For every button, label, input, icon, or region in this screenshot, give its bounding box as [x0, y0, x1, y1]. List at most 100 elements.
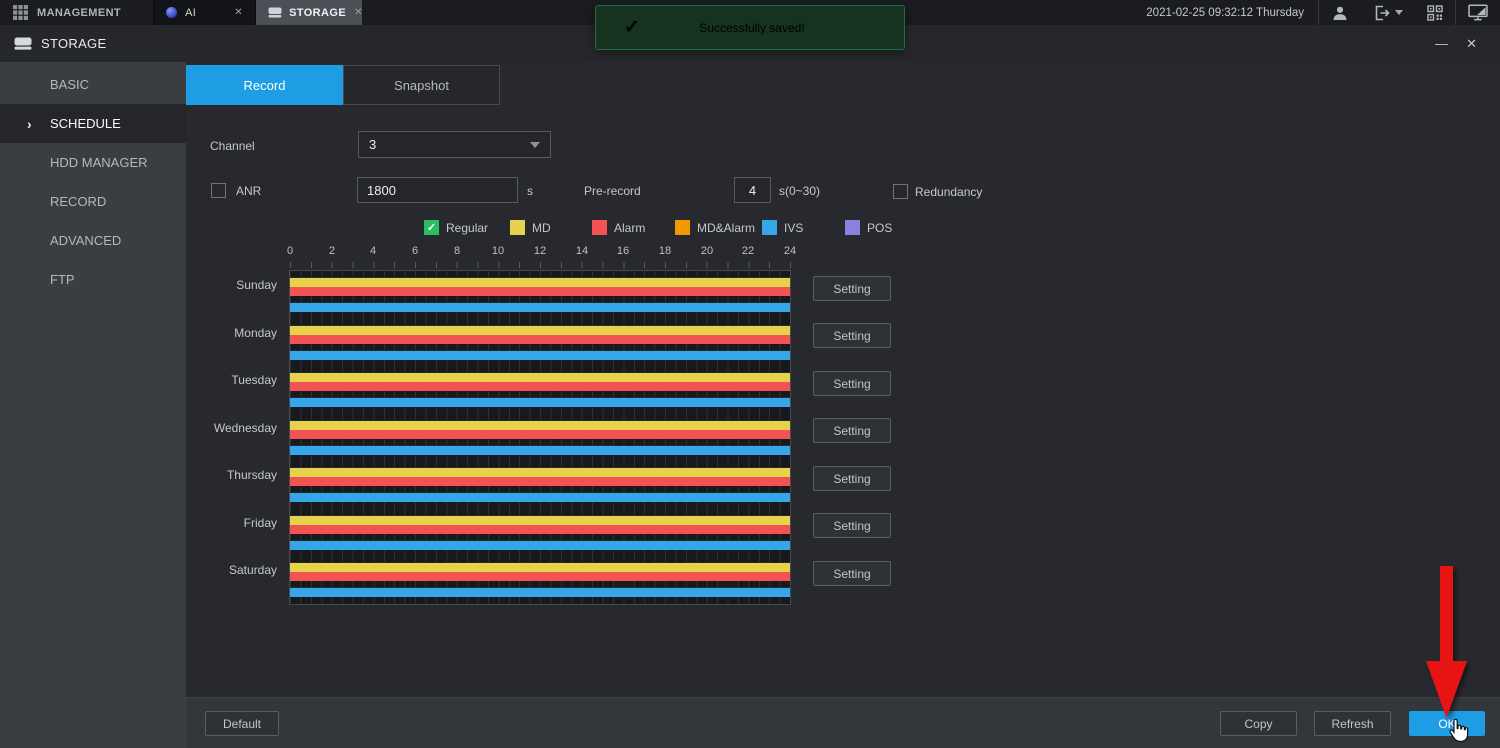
user-icon[interactable]: [1319, 0, 1361, 25]
tab-management-label: MANAGEMENT: [37, 7, 121, 19]
hour-tick-label: 10: [492, 245, 504, 257]
tab-snapshot-label: Snapshot: [394, 78, 449, 93]
md-alarm-track: [290, 534, 790, 541]
alarm-bar: [290, 335, 790, 344]
copy-button[interactable]: Copy: [1220, 711, 1297, 736]
legend-item-pos: POS: [845, 220, 892, 235]
ai-sphere-icon: [166, 7, 177, 18]
sidebar-item-basic[interactable]: BASIC: [0, 65, 186, 104]
pos-track: [290, 502, 790, 509]
schedule-row-tuesday[interactable]: [290, 366, 790, 414]
pos-track: [290, 597, 790, 604]
md-alarm-track: [290, 344, 790, 351]
alarm-bar: [290, 525, 790, 534]
sidebar-item-label: RECORD: [50, 194, 106, 209]
md-bar: [290, 326, 790, 335]
tab-storage-close-icon[interactable]: ✕: [354, 7, 363, 18]
md-bar: [290, 563, 790, 572]
refresh-button[interactable]: Refresh: [1314, 711, 1391, 736]
schedule-row-monday[interactable]: [290, 319, 790, 367]
hour-tick-label: 14: [576, 245, 588, 257]
md-alarm-track: [290, 439, 790, 446]
setting-button-friday[interactable]: Setting: [813, 513, 891, 538]
setting-button-sunday[interactable]: Setting: [813, 276, 891, 301]
redundancy-checkbox[interactable]: [893, 184, 908, 199]
hour-tick-label: 6: [412, 245, 418, 257]
legend-label: Regular: [446, 221, 488, 235]
schedule-row-friday[interactable]: [290, 509, 790, 557]
logout-icon[interactable]: [1361, 0, 1415, 25]
regular-track: [290, 509, 790, 516]
anr-unit-label: s: [527, 184, 533, 198]
sidebar-item-record[interactable]: RECORD: [0, 182, 186, 221]
qr-code-icon[interactable]: [1415, 0, 1455, 25]
md-alarm-track: [290, 486, 790, 493]
sidebar-item-label: HDD MANAGER: [50, 155, 148, 170]
schedule-row-thursday[interactable]: [290, 461, 790, 509]
md-color-swatch[interactable]: [510, 220, 525, 235]
hour-tick-label: 24: [784, 245, 796, 257]
pos-color-swatch[interactable]: [845, 220, 860, 235]
hour-tick-label: 8: [454, 245, 460, 257]
channel-dropdown[interactable]: 3: [358, 131, 551, 158]
prerecord-unit-label: s(0~30): [779, 184, 820, 198]
prerecord-label: Pre-record: [584, 184, 641, 198]
close-icon[interactable]: ✕: [1457, 36, 1486, 52]
tab-storage[interactable]: STORAGE ✕: [256, 0, 362, 25]
schedule-row-saturday[interactable]: [290, 556, 790, 604]
setting-button-wednesday[interactable]: Setting: [813, 418, 891, 443]
tab-ai-close-icon[interactable]: ✕: [234, 7, 243, 18]
md-alarm-color-swatch[interactable]: [675, 220, 690, 235]
setting-button-monday[interactable]: Setting: [813, 323, 891, 348]
grid-menu-icon: [12, 4, 29, 21]
default-button[interactable]: Default: [205, 711, 279, 736]
sidebar-item-label: FTP: [50, 272, 75, 287]
hour-tick-label: 0: [287, 245, 293, 257]
setting-button-tuesday[interactable]: Setting: [813, 371, 891, 396]
regular-track: [290, 319, 790, 326]
anr-checkbox[interactable]: [211, 183, 226, 198]
hour-tick-label: 12: [534, 245, 546, 257]
ivs-bar: [290, 446, 790, 455]
channel-value: 3: [369, 137, 530, 152]
regular-checkbox[interactable]: ✓: [424, 220, 439, 235]
md-bar: [290, 278, 790, 287]
pos-track: [290, 360, 790, 367]
tab-management[interactable]: MANAGEMENT: [0, 0, 133, 25]
md-alarm-track: [290, 581, 790, 588]
anr-duration-input[interactable]: [357, 177, 518, 203]
day-label-sunday: Sunday: [180, 277, 277, 293]
legend-item-ivs: IVS: [762, 220, 803, 235]
schedule-row-wednesday[interactable]: [290, 414, 790, 462]
tab-ai[interactable]: AI ✕: [153, 0, 256, 25]
setting-button-thursday[interactable]: Setting: [813, 466, 891, 491]
prerecord-input[interactable]: [734, 177, 771, 203]
ivs-bar: [290, 541, 790, 550]
ok-button[interactable]: OK: [1409, 711, 1485, 736]
sidebar-item-label: BASIC: [50, 77, 89, 92]
ivs-color-swatch[interactable]: [762, 220, 777, 235]
tab-snapshot[interactable]: Snapshot: [343, 65, 500, 105]
window-title: STORAGE: [41, 36, 106, 51]
legend-label: IVS: [784, 221, 803, 235]
hour-tick-label: 4: [370, 245, 376, 257]
sidebar-item-schedule[interactable]: › SCHEDULE: [0, 104, 186, 143]
hour-tick-label: 22: [742, 245, 754, 257]
tab-record[interactable]: Record: [186, 65, 343, 105]
check-icon: ✓: [624, 16, 640, 39]
sidebar-item-ftp[interactable]: FTP: [0, 260, 186, 299]
sidebar-item-hdd-manager[interactable]: HDD MANAGER: [0, 143, 186, 182]
ivs-bar: [290, 398, 790, 407]
setting-button-saturday[interactable]: Setting: [813, 561, 891, 586]
sidebar-item-advanced[interactable]: ADVANCED: [0, 221, 186, 260]
chevron-down-icon: [530, 142, 540, 148]
minimize-icon[interactable]: —: [1426, 36, 1457, 51]
toast-message: Successfully saved!: [640, 21, 864, 35]
schedule-row-sunday[interactable]: [290, 271, 790, 319]
md-bar: [290, 421, 790, 430]
display-output-icon[interactable]: [1456, 0, 1500, 25]
ivs-bar: [290, 588, 790, 597]
alarm-color-swatch[interactable]: [592, 220, 607, 235]
hour-tick-label: 20: [701, 245, 713, 257]
ivs-bar: [290, 303, 790, 312]
